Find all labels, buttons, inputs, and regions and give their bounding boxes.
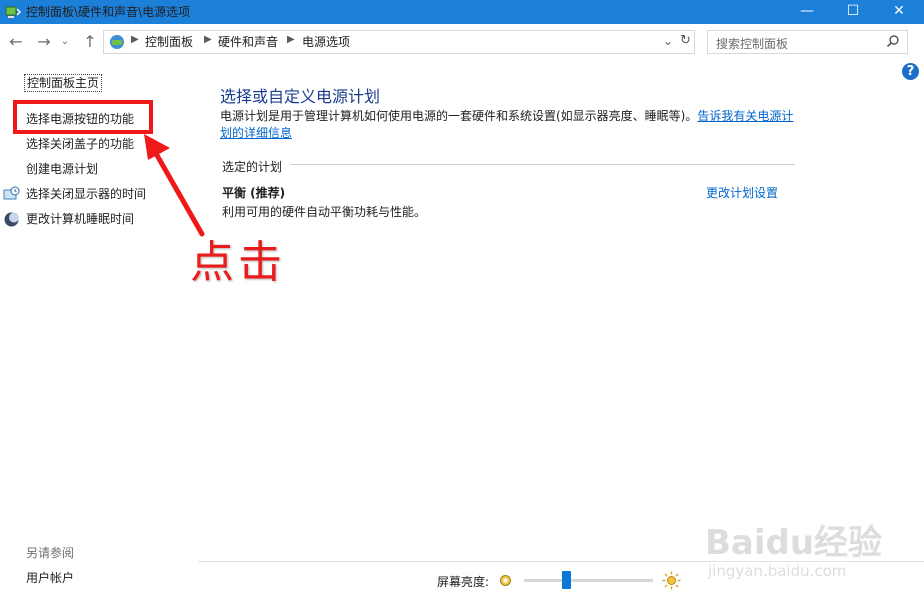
breadcrumb-separator-icon: ▶ [131, 34, 139, 45]
maximize-button[interactable]: ☐ [830, 0, 876, 24]
watermark-url: jingyan.baidu.com [708, 562, 847, 580]
page-description: 电源计划是用于管理计算机如何使用电源的一套硬件和系统设置(如显示器亮度、睡眠等)… [220, 108, 800, 142]
brightness-low-icon [500, 575, 511, 586]
annotation-highlight-box [13, 100, 153, 134]
forward-arrow-icon[interactable]: → [33, 33, 55, 53]
nav-change-sleep-time[interactable]: 更改计算机睡眠时间 [26, 211, 134, 227]
nav-choose-lid-close[interactable]: 选择关闭盖子的功能 [26, 136, 134, 152]
page-title: 选择或自定义电源计划 [220, 87, 381, 106]
minimize-button[interactable]: — [784, 0, 830, 24]
breadcrumb-control-panel[interactable]: 控制面板 [145, 35, 193, 49]
section-label: 选定的计划 [222, 160, 283, 174]
breadcrumb-power-options[interactable]: 电源选项 [302, 35, 350, 49]
section-divider [290, 164, 795, 165]
brightness-high-icon [662, 571, 681, 590]
nav-control-panel-home[interactable]: 控制面板主页 [24, 74, 103, 92]
refresh-icon[interactable]: ↻ [680, 33, 691, 48]
brightness-slider-thumb[interactable] [562, 571, 572, 589]
breadcrumb-separator-icon: ▶ [287, 34, 295, 45]
watermark-logo: Baidu经验 [705, 523, 883, 563]
address-dropdown-icon[interactable]: ⌄ [663, 34, 673, 48]
search-icon[interactable] [886, 34, 900, 48]
breadcrumb-separator-icon: ▶ [204, 34, 212, 45]
up-arrow-icon[interactable]: ↑ [79, 33, 101, 53]
change-plan-settings-link[interactable]: 更改计划设置 [706, 184, 778, 201]
breadcrumb-hardware-sound[interactable]: 硬件和声音 [218, 35, 278, 49]
see-also-heading: 另请参阅 [26, 546, 75, 560]
close-button[interactable]: ✕ [876, 0, 922, 24]
display-timer-icon [3, 186, 20, 200]
nav-display-off-time[interactable]: 选择关闭显示器的时间 [26, 186, 146, 202]
see-also-user-accounts[interactable]: 用户帐户 [26, 569, 74, 586]
nav-create-power-plan[interactable]: 创建电源计划 [26, 161, 98, 177]
brightness-label: 屏幕亮度: [437, 575, 490, 589]
search-placeholder: 搜索控制面板 [716, 37, 789, 51]
window-title: 控制面板\硬件和声音\电源选项 [26, 5, 191, 19]
plan-name: 平衡 (推荐) [222, 186, 286, 200]
back-arrow-icon[interactable]: ← [5, 33, 27, 53]
recent-locations-chevron-icon[interactable]: ⌄ [58, 33, 72, 53]
help-icon[interactable]: ? [902, 63, 919, 80]
plan-description: 利用可用的硬件自动平衡功耗与性能。 [222, 205, 427, 219]
sleep-moon-icon [4, 212, 19, 227]
description-text: 电源计划是用于管理计算机如何使用电源的一套硬件和系统设置(如显示器亮度、睡眠等)… [220, 109, 698, 123]
control-panel-icon [110, 35, 124, 49]
annotation-click-label: 点击 [190, 237, 286, 288]
annotation-arrow-icon [144, 134, 205, 237]
brightness-slider-track[interactable] [524, 579, 653, 582]
power-options-icon [5, 6, 21, 18]
